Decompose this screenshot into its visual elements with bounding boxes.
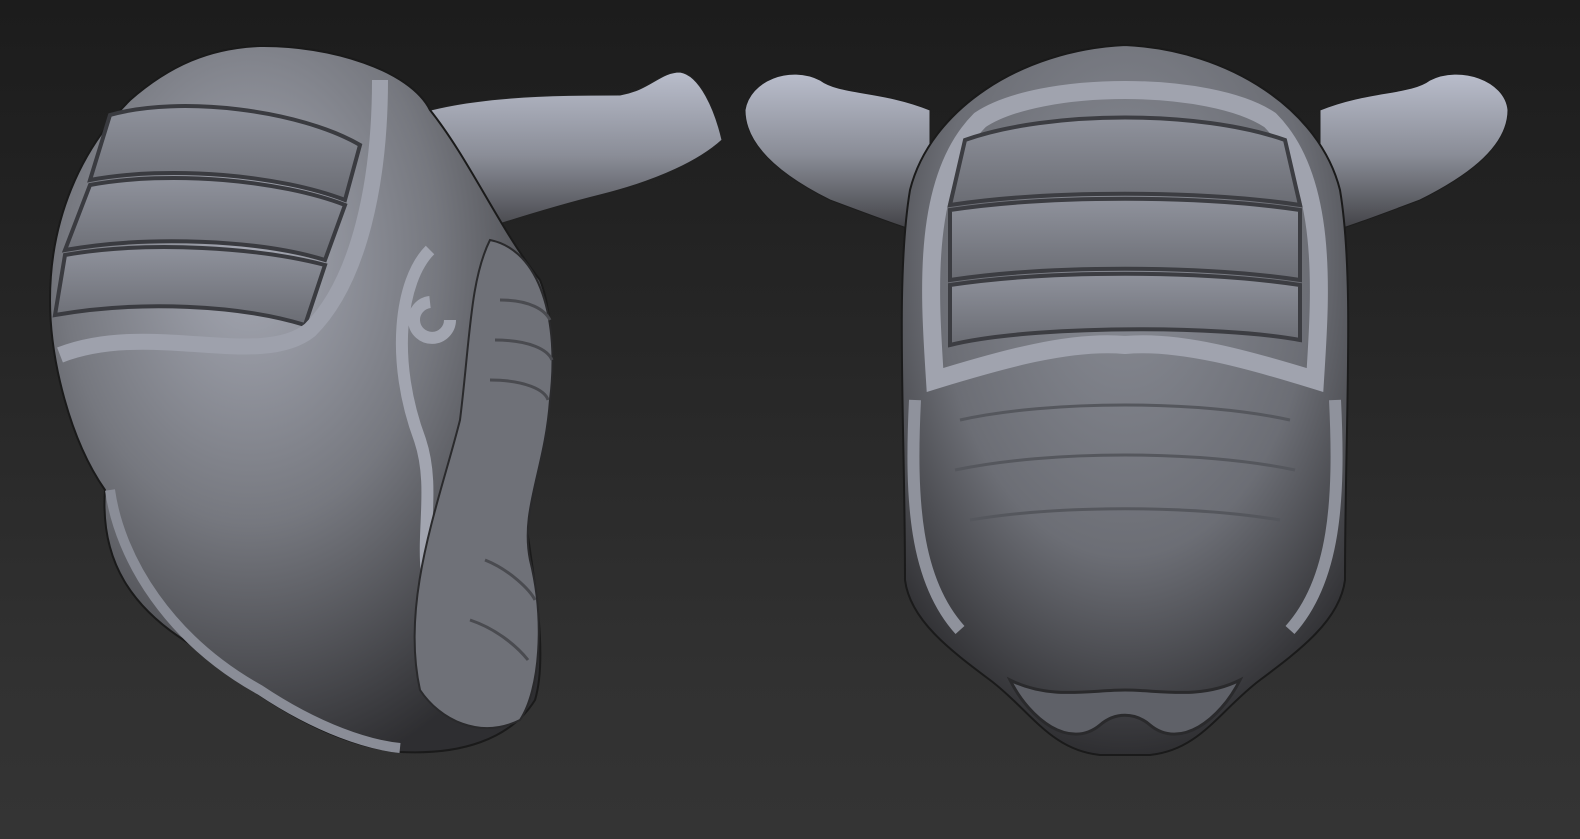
skull-plates-front <box>947 115 1303 348</box>
skull-plates-side <box>52 104 363 328</box>
horn-left-front <box>744 73 931 236</box>
front-view-model <box>744 43 1509 756</box>
side-view-model <box>48 44 723 754</box>
horn-right-front <box>1319 73 1509 236</box>
sculpt-render <box>48 43 1509 756</box>
viewport <box>0 0 1580 839</box>
